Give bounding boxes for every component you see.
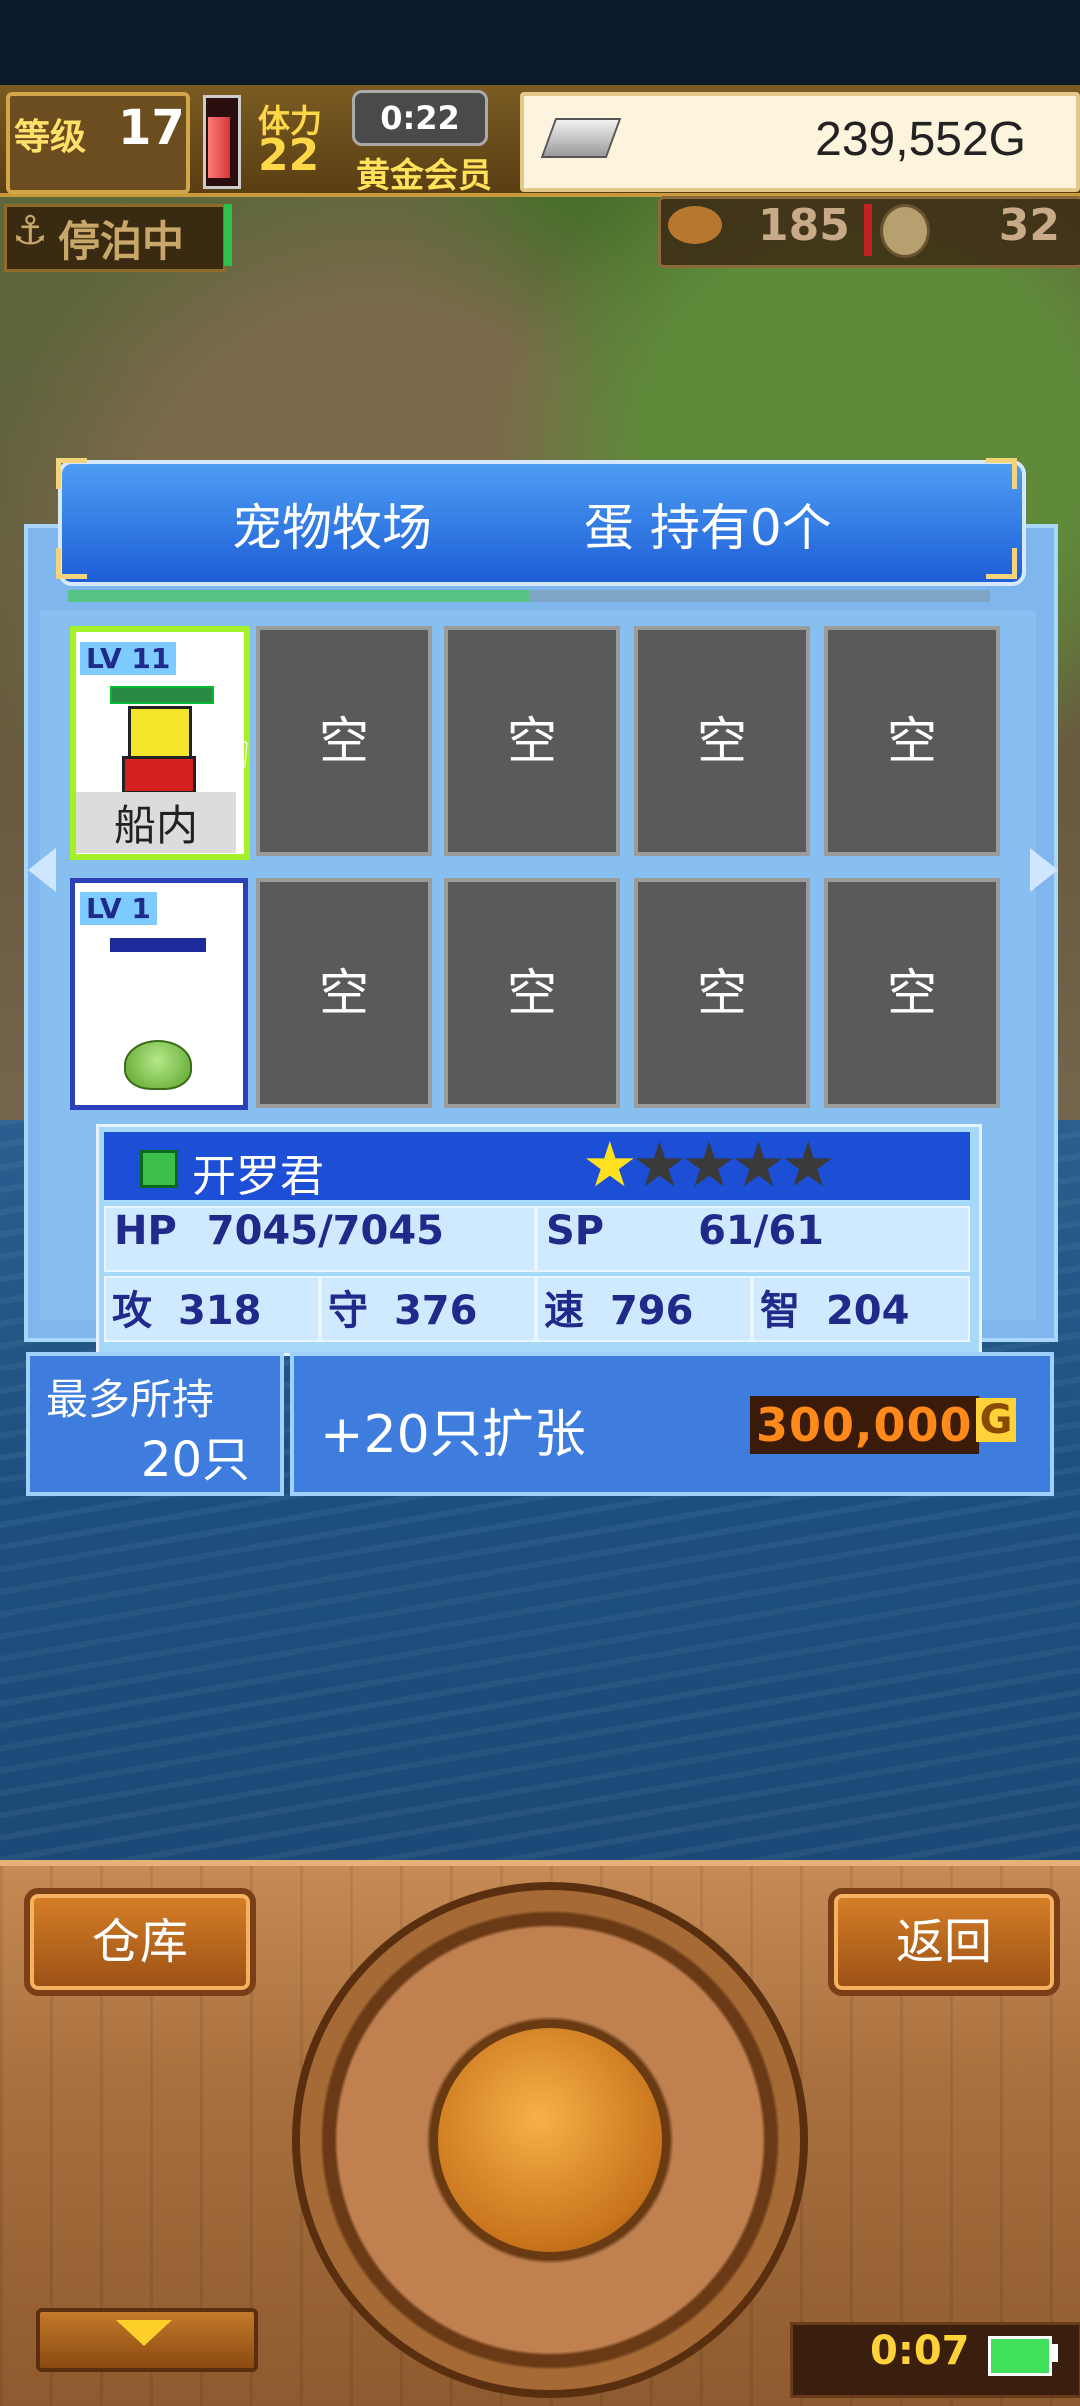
def-stat: 守 376 — [320, 1276, 536, 1342]
empty-slot[interactable]: 空 — [634, 878, 810, 1108]
hp-label: HP — [114, 1208, 177, 1254]
stamina-timer: 0:22 — [352, 90, 488, 146]
star-empty-icon: ★ — [631, 1128, 688, 1201]
sp-stat: SP 61/61 — [536, 1206, 970, 1272]
int-value: 204 — [825, 1288, 910, 1334]
coin-count: 32 — [998, 200, 1060, 251]
star-empty-icon: ★ — [681, 1128, 737, 1201]
star-empty-icon: ★ — [730, 1128, 787, 1201]
max-capacity-value: 20只 — [140, 1432, 250, 1488]
expand-capacity-price: 300,000 — [750, 1396, 979, 1454]
game-clock: 0:07 — [870, 2328, 970, 2374]
prev-page-arrow-icon[interactable] — [28, 848, 56, 892]
page-progress-fill — [68, 590, 529, 602]
pet-gem-icon — [140, 1150, 178, 1188]
def-value: 376 — [393, 1288, 478, 1334]
sp-value: 61/61 — [698, 1208, 824, 1254]
empty-slot[interactable]: 空 — [634, 626, 810, 856]
pointing-hand-icon: ☜ — [202, 722, 253, 787]
atk-value: 318 — [177, 1288, 262, 1334]
next-page-arrow-icon[interactable] — [1030, 848, 1058, 892]
pet-2-hp-bar — [110, 938, 206, 952]
stamina-bar-fill — [208, 116, 230, 178]
food-icon — [668, 206, 722, 244]
header-corner-bl — [56, 548, 87, 579]
warehouse-button[interactable]: 仓库 — [24, 1888, 256, 1996]
header-corner-tr — [986, 458, 1017, 489]
down-arrow-icon — [116, 2320, 172, 2346]
int-stat: 智 204 — [752, 1276, 970, 1342]
empty-slot[interactable]: 空 — [256, 878, 432, 1108]
slime-pet-icon — [124, 1040, 192, 1090]
pet-1-location: 船内 — [76, 792, 236, 853]
header-corner-tl — [56, 458, 87, 489]
pet-1-level: LV 11 — [80, 642, 177, 675]
hp-stat: HP 7045/7045 — [104, 1206, 536, 1272]
spd-stat: 速 796 — [536, 1276, 752, 1342]
dial-center-button[interactable] — [430, 2020, 670, 2260]
star-empty-icon: ★ — [780, 1128, 836, 1201]
battery-tip — [1050, 2344, 1058, 2362]
pet-1-hp-bar — [110, 686, 214, 704]
hp-value: 7045/7045 — [206, 1208, 444, 1254]
battery-icon — [988, 2336, 1052, 2376]
spd-label: 速 — [544, 1288, 584, 1334]
gold-currency-icon: G — [976, 1398, 1016, 1442]
robot-pet-body — [122, 756, 196, 794]
food-count: 185 — [758, 200, 850, 251]
pet-2-level: LV 1 — [80, 892, 157, 925]
int-label: 智 — [760, 1288, 800, 1334]
max-capacity-label: 最多所持 — [46, 1375, 215, 1424]
empty-slot[interactable]: 空 — [444, 878, 620, 1108]
dialog-header — [58, 460, 1026, 586]
sp-label: SP — [546, 1208, 605, 1254]
level-value: 17 — [118, 100, 185, 156]
pet-name: 开罗君 — [192, 1151, 324, 1202]
pet-rarity-stars: ★★★★★ — [582, 1128, 836, 1201]
dialog-title: 宠物牧场 — [232, 499, 432, 557]
anchor-icon: ⚓ — [12, 208, 48, 254]
star-filled-icon: ★ — [582, 1128, 638, 1201]
egg-count: 蛋 持有0个 — [584, 499, 832, 557]
coin-icon — [880, 204, 930, 258]
empty-slot[interactable]: 空 — [824, 878, 1000, 1108]
back-button[interactable]: 返回 — [828, 1888, 1060, 1996]
stamina-value: 22 — [258, 130, 320, 181]
atk-stat: 攻 318 — [104, 1276, 320, 1342]
gold-amount: 239,552G — [815, 113, 1026, 166]
level-label: 等级 — [14, 117, 87, 158]
empty-slot[interactable]: 空 — [824, 626, 1000, 856]
resource-divider — [864, 204, 872, 256]
membership-label: 黄金会员 — [356, 156, 492, 196]
expand-capacity-label: +20只扩张 — [320, 1405, 586, 1465]
header-corner-br — [986, 548, 1017, 579]
atk-label: 攻 — [112, 1288, 152, 1334]
empty-slot[interactable]: 空 — [256, 626, 432, 856]
empty-slot[interactable]: 空 — [444, 626, 620, 856]
port-status-label: 停泊中 — [58, 217, 185, 266]
port-status-indicator — [224, 204, 232, 266]
spd-value: 796 — [609, 1288, 694, 1334]
def-label: 守 — [328, 1288, 368, 1334]
